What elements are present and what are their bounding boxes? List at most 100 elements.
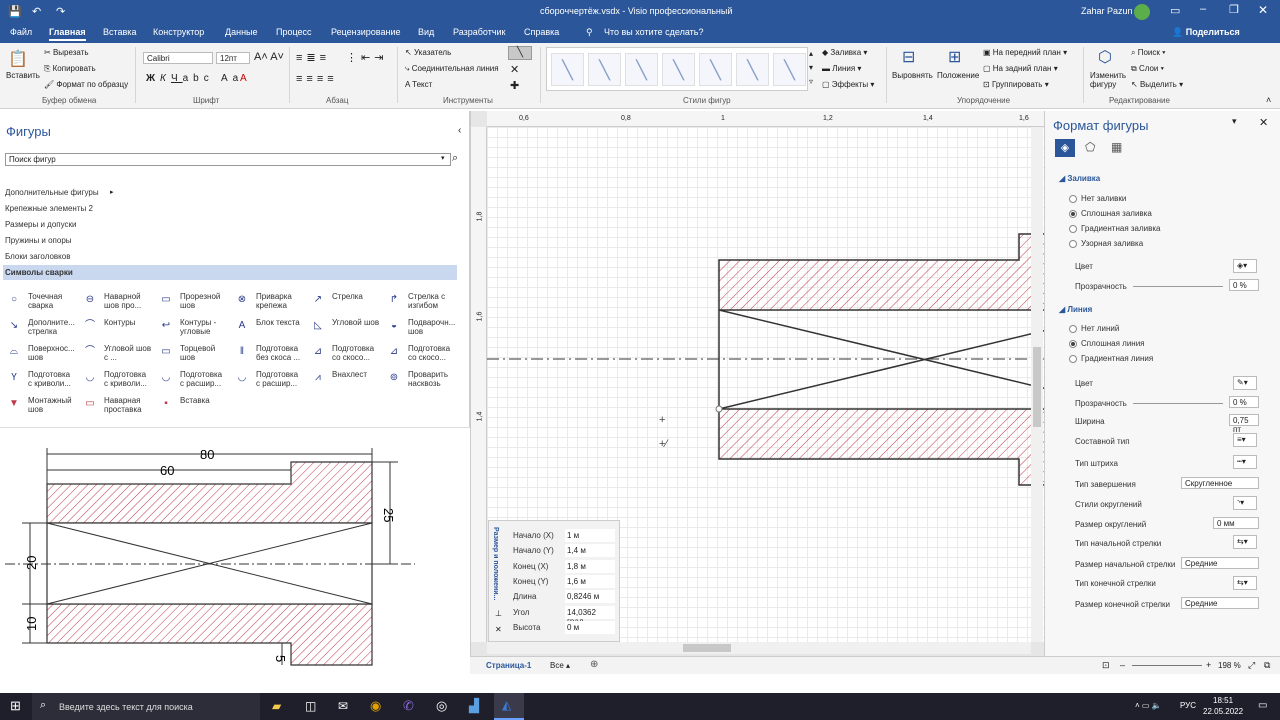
tab-developer[interactable]: Разработчик (453, 27, 505, 37)
shape-item[interactable]: Угловой шов (332, 318, 380, 327)
size-row-value[interactable]: 1 м (565, 529, 615, 542)
tab-home[interactable]: Главная (49, 27, 86, 41)
begin-size-select[interactable]: Средние (1181, 557, 1259, 569)
compound-select[interactable]: ≡▾ (1233, 433, 1257, 447)
shape-item[interactable]: Блок текста (256, 318, 304, 327)
shape-item[interactable]: Подготовка со скосо... (408, 344, 456, 362)
cap-select[interactable]: Скругленное (1181, 477, 1259, 489)
shape-item[interactable]: Подготовка со скосо... (332, 344, 380, 362)
font-style-buttons[interactable]: ЖКЧabc Aa (146, 73, 243, 84)
stencil-item[interactable]: Блоки заголовков (3, 249, 457, 264)
zoom-out-icon[interactable]: – (1120, 660, 1125, 670)
shape-item[interactable]: Проварить насквозь (408, 370, 456, 388)
line-section-header[interactable]: ◢ Линия (1059, 305, 1092, 314)
fill-option-label[interactable]: Градиентная заливка (1081, 224, 1161, 233)
canvas-bottom-part[interactable] (718, 408, 1048, 486)
tab-design[interactable]: Конструктор (153, 27, 204, 37)
user-name[interactable]: Zahar Pazun (1081, 6, 1133, 16)
shape-item[interactable]: Подготовка с криволи... (28, 370, 76, 388)
size-row-value[interactable]: 14,0362 град (565, 605, 615, 626)
end-size-select[interactable]: Средние (1181, 597, 1259, 609)
fit-window-icon[interactable]: ⤢ (1248, 660, 1255, 671)
group-button[interactable]: ⊡ Группировать ▾ (983, 80, 1049, 89)
size-row-value[interactable]: 1,4 м (565, 544, 615, 558)
shape-item[interactable]: Подварочн... шов (408, 318, 456, 336)
pointer-tool[interactable]: ↖ Указатель (405, 48, 451, 57)
shape-styles-gallery[interactable]: ╲ ╲ ╲ ╲ ╲ ╲ ╲ (546, 47, 808, 91)
line-option-label[interactable]: Градиентная линия (1081, 354, 1153, 363)
save-icon[interactable]: 💾 (8, 5, 22, 18)
text-tool[interactable]: A Текст (405, 80, 432, 89)
font-size-select[interactable]: 12пт (216, 52, 250, 64)
scrollbar-thumb[interactable] (683, 644, 731, 652)
redo-icon[interactable]: ↷ (56, 5, 65, 18)
tab-insert[interactable]: Вставка (103, 27, 136, 37)
round-size-input[interactable]: 0 мм (1213, 517, 1259, 529)
send-back-button[interactable]: ▢ На задний план ▾ (983, 64, 1058, 73)
shape-item[interactable]: Подготовка с расшир... (256, 370, 304, 388)
line-option-radio[interactable] (1069, 340, 1077, 348)
visio-taskbar-button[interactable]: ◭ (494, 693, 524, 720)
select-button[interactable]: ↖ Выделить ▾ (1131, 80, 1183, 89)
shape-item[interactable]: Стрелка с изгибом (408, 292, 456, 310)
fill-option-label[interactable]: Сплошная заливка (1081, 209, 1152, 218)
line-tool-icon[interactable]: ╲ (508, 46, 532, 60)
shape-style-thumbnail[interactable]: ╲ (551, 53, 584, 86)
cut-button[interactable]: ✂ Вырезать (44, 48, 89, 57)
line-option-radio[interactable] (1069, 325, 1077, 333)
shape-style-thumbnail[interactable]: ╲ (736, 53, 769, 86)
scrollbar-thumb[interactable] (1033, 347, 1041, 427)
zoom-in-icon[interactable]: + (1206, 660, 1211, 670)
close-panel-icon[interactable]: ✕ (495, 625, 502, 634)
search-icon[interactable]: ⌕ (452, 152, 458, 165)
size-row-value[interactable]: 1,6 м (565, 574, 615, 588)
shape-style-thumbnail[interactable]: ╲ (625, 53, 658, 86)
gallery-scroll-icon[interactable]: ▴ ▾ ▿ (809, 47, 813, 89)
copy-button[interactable]: ⎘ Копировать (44, 64, 96, 74)
shape-item[interactable]: Внахлест (332, 370, 380, 379)
line-color-picker[interactable]: ✎▾ (1233, 376, 1257, 390)
clock-date[interactable]: 22.05.2022 (1203, 707, 1243, 716)
canvas-cross-line-selected[interactable] (718, 329, 1048, 410)
shape-style-thumbnail[interactable]: ╲ (588, 53, 621, 86)
line-option-radio[interactable] (1069, 355, 1077, 363)
connection-point-icon[interactable]: ✚ (510, 79, 519, 92)
photos-icon[interactable]: ▟ (469, 698, 479, 714)
fill-button[interactable]: ◆ Заливка ▾ (822, 48, 867, 57)
properties-tab-icon[interactable]: ▦ (1111, 140, 1122, 154)
avatar[interactable] (1134, 4, 1150, 20)
round-style-select[interactable]: ◝▾ (1233, 496, 1257, 510)
line-transparency-slider[interactable] (1133, 403, 1223, 404)
line-button[interactable]: ▬ Линия ▾ (822, 64, 861, 73)
zoom-level[interactable]: 198 % (1218, 661, 1241, 670)
taskbar-search-input[interactable]: Введите здесь текст для поиска (59, 702, 193, 712)
fill-option-radio[interactable] (1069, 240, 1077, 248)
align-button[interactable]: Выровнять (892, 71, 933, 80)
pin-icon[interactable]: ⊥ (495, 609, 502, 618)
close-icon[interactable]: ✕ (1259, 116, 1268, 129)
obs-icon[interactable]: ◎ (436, 698, 447, 714)
size-row-value[interactable]: 0 м (565, 620, 615, 634)
shape-style-thumbnail[interactable]: ╲ (662, 53, 695, 86)
shape-item[interactable]: Угловой шов с ... (104, 344, 152, 362)
tab-review[interactable]: Рецензирование (331, 27, 401, 37)
bring-front-button[interactable]: ▣ На передний план ▾ (983, 48, 1067, 57)
close-tool-icon[interactable]: ✕ (510, 63, 519, 76)
horizontal-align-icons[interactable]: ≡≡≡≡ (296, 73, 338, 85)
vertical-align-icons[interactable]: ≡≣≡ (296, 51, 330, 64)
fill-transparency-slider[interactable] (1133, 286, 1223, 287)
align-icon[interactable]: ⊟ (902, 47, 915, 67)
shape-item[interactable]: Точечная сварка (28, 292, 76, 310)
size-row-value[interactable]: 0,8246 м (565, 590, 615, 604)
fill-section-header[interactable]: ◢ Заливка (1059, 174, 1100, 183)
paste-button[interactable]: Вставить (6, 71, 40, 80)
grow-font-icon[interactable]: A˄ A˅ (254, 51, 284, 63)
notifications-icon[interactable]: ▭ (1258, 700, 1267, 711)
fill-line-tab-icon[interactable]: ◈ (1055, 139, 1075, 157)
shape-item[interactable]: Торцевой шов (180, 344, 228, 362)
stencil-item[interactable]: Дополнительные фигуры (3, 185, 457, 200)
stencil-item[interactable]: Крепежные элементы 2 (3, 201, 457, 216)
mail-icon[interactable]: ✉ (338, 699, 348, 713)
stencil-item[interactable]: Символы сварки (3, 265, 457, 280)
fit-page-icon[interactable]: ⊡ (1102, 660, 1110, 671)
